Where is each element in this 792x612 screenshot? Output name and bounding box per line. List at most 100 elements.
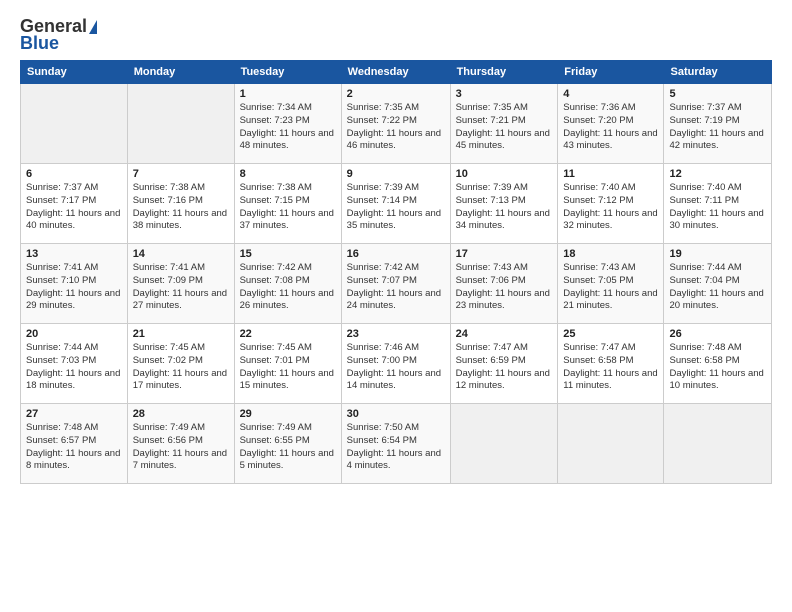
- cell-day-number: 9: [347, 168, 445, 180]
- calendar-cell: 12 Sunrise: 7:40 AM Sunset: 7:11 PM Dayli…: [664, 164, 772, 244]
- cell-day-number: 22: [240, 328, 336, 340]
- cell-day-number: 27: [26, 408, 122, 420]
- weekday-header: Wednesday: [341, 61, 450, 84]
- weekday-header: Tuesday: [234, 61, 341, 84]
- calendar-cell: 16 Sunrise: 7:42 AM Sunset: 7:07 PM Dayli…: [341, 244, 450, 324]
- cell-day-number: 16: [347, 248, 445, 260]
- cell-day-number: 7: [133, 168, 229, 180]
- cell-day-info: Sunrise: 7:42 AM Sunset: 7:08 PM Dayligh…: [240, 262, 336, 313]
- cell-day-number: 24: [456, 328, 553, 340]
- calendar-cell: 28 Sunrise: 7:49 AM Sunset: 6:56 PM Dayli…: [127, 404, 234, 484]
- cell-day-number: 18: [563, 248, 658, 260]
- cell-day-info: Sunrise: 7:47 AM Sunset: 6:59 PM Dayligh…: [456, 342, 553, 393]
- cell-day-info: Sunrise: 7:35 AM Sunset: 7:21 PM Dayligh…: [456, 102, 553, 153]
- calendar-cell: 18 Sunrise: 7:43 AM Sunset: 7:05 PM Dayli…: [558, 244, 664, 324]
- calendar-cell: 14 Sunrise: 7:41 AM Sunset: 7:09 PM Dayli…: [127, 244, 234, 324]
- calendar-header-row: SundayMondayTuesdayWednesdayThursdayFrid…: [21, 61, 772, 84]
- cell-day-info: Sunrise: 7:48 AM Sunset: 6:58 PM Dayligh…: [669, 342, 766, 393]
- cell-day-info: Sunrise: 7:38 AM Sunset: 7:16 PM Dayligh…: [133, 182, 229, 233]
- calendar-cell: 4Sunrise: 7:36 AM Sunset: 7:20 PM Daylig…: [558, 84, 664, 164]
- calendar-cell: 19 Sunrise: 7:44 AM Sunset: 7:04 PM Dayli…: [664, 244, 772, 324]
- calendar-cell: [127, 84, 234, 164]
- cell-day-number: 12: [669, 168, 766, 180]
- calendar-cell: 7 Sunrise: 7:38 AM Sunset: 7:16 PM Daylig…: [127, 164, 234, 244]
- cell-day-info: Sunrise: 7:41 AM Sunset: 7:09 PM Dayligh…: [133, 262, 229, 313]
- header: General Blue: [20, 16, 772, 54]
- calendar-cell: 5 Sunrise: 7:37 AM Sunset: 7:19 PM Daylig…: [664, 84, 772, 164]
- cell-day-info: Sunrise: 7:48 AM Sunset: 6:57 PM Dayligh…: [26, 422, 122, 473]
- calendar-cell: 8Sunrise: 7:38 AM Sunset: 7:15 PM Daylig…: [234, 164, 341, 244]
- cell-day-info: Sunrise: 7:44 AM Sunset: 7:04 PM Dayligh…: [669, 262, 766, 313]
- calendar-cell: 25Sunrise: 7:47 AM Sunset: 6:58 PM Dayli…: [558, 324, 664, 404]
- cell-day-number: 29: [240, 408, 336, 420]
- cell-day-number: 20: [26, 328, 122, 340]
- cell-day-info: Sunrise: 7:42 AM Sunset: 7:07 PM Dayligh…: [347, 262, 445, 313]
- cell-day-info: Sunrise: 7:47 AM Sunset: 6:58 PM Dayligh…: [563, 342, 658, 393]
- cell-day-number: 21: [133, 328, 229, 340]
- calendar-cell: 27 Sunrise: 7:48 AM Sunset: 6:57 PM Dayli…: [21, 404, 128, 484]
- cell-day-number: 14: [133, 248, 229, 260]
- cell-day-info: Sunrise: 7:37 AM Sunset: 7:19 PM Dayligh…: [669, 102, 766, 153]
- calendar-cell: 22Sunrise: 7:45 AM Sunset: 7:01 PM Dayli…: [234, 324, 341, 404]
- cell-day-info: Sunrise: 7:37 AM Sunset: 7:17 PM Dayligh…: [26, 182, 122, 233]
- cell-day-number: 2: [347, 88, 445, 100]
- cell-day-number: 5: [669, 88, 766, 100]
- calendar-cell: 26 Sunrise: 7:48 AM Sunset: 6:58 PM Dayli…: [664, 324, 772, 404]
- calendar-cell: 10 Sunrise: 7:39 AM Sunset: 7:13 PM Dayli…: [450, 164, 558, 244]
- weekday-header: Thursday: [450, 61, 558, 84]
- calendar-cell: 13 Sunrise: 7:41 AM Sunset: 7:10 PM Dayli…: [21, 244, 128, 324]
- weekday-header: Monday: [127, 61, 234, 84]
- calendar-week-row: 1 Sunrise: 7:34 AM Sunset: 7:23 PM Daylig…: [21, 84, 772, 164]
- cell-day-number: 19: [669, 248, 766, 260]
- calendar-week-row: 27 Sunrise: 7:48 AM Sunset: 6:57 PM Dayli…: [21, 404, 772, 484]
- cell-day-number: 6: [26, 168, 122, 180]
- calendar-cell: 17 Sunrise: 7:43 AM Sunset: 7:06 PM Dayli…: [450, 244, 558, 324]
- calendar-cell: 20 Sunrise: 7:44 AM Sunset: 7:03 PM Dayli…: [21, 324, 128, 404]
- calendar-cell: 21 Sunrise: 7:45 AM Sunset: 7:02 PM Dayli…: [127, 324, 234, 404]
- cell-day-number: 1: [240, 88, 336, 100]
- cell-day-info: Sunrise: 7:49 AM Sunset: 6:55 PM Dayligh…: [240, 422, 336, 473]
- logo-blue-text: Blue: [20, 33, 59, 54]
- calendar-cell: 11 Sunrise: 7:40 AM Sunset: 7:12 PM Dayli…: [558, 164, 664, 244]
- cell-day-number: 15: [240, 248, 336, 260]
- cell-day-info: Sunrise: 7:40 AM Sunset: 7:12 PM Dayligh…: [563, 182, 658, 233]
- cell-day-info: Sunrise: 7:43 AM Sunset: 7:06 PM Dayligh…: [456, 262, 553, 313]
- calendar-cell: 15 Sunrise: 7:42 AM Sunset: 7:08 PM Dayli…: [234, 244, 341, 324]
- cell-day-number: 13: [26, 248, 122, 260]
- calendar-week-row: 6 Sunrise: 7:37 AM Sunset: 7:17 PM Daylig…: [21, 164, 772, 244]
- cell-day-number: 17: [456, 248, 553, 260]
- cell-day-number: 26: [669, 328, 766, 340]
- cell-day-info: Sunrise: 7:39 AM Sunset: 7:13 PM Dayligh…: [456, 182, 553, 233]
- cell-day-info: Sunrise: 7:34 AM Sunset: 7:23 PM Dayligh…: [240, 102, 336, 153]
- logo: General Blue: [20, 16, 97, 54]
- cell-day-info: Sunrise: 7:40 AM Sunset: 7:11 PM Dayligh…: [669, 182, 766, 233]
- calendar-cell: 2 Sunrise: 7:35 AM Sunset: 7:22 PM Daylig…: [341, 84, 450, 164]
- calendar-cell: 6 Sunrise: 7:37 AM Sunset: 7:17 PM Daylig…: [21, 164, 128, 244]
- cell-day-number: 4: [563, 88, 658, 100]
- calendar-cell: 9Sunrise: 7:39 AM Sunset: 7:14 PM Daylig…: [341, 164, 450, 244]
- calendar-cell: 30Sunrise: 7:50 AM Sunset: 6:54 PM Dayli…: [341, 404, 450, 484]
- cell-day-info: Sunrise: 7:49 AM Sunset: 6:56 PM Dayligh…: [133, 422, 229, 473]
- cell-day-number: 28: [133, 408, 229, 420]
- calendar-cell: 23Sunrise: 7:46 AM Sunset: 7:00 PM Dayli…: [341, 324, 450, 404]
- cell-day-number: 11: [563, 168, 658, 180]
- weekday-header: Sunday: [21, 61, 128, 84]
- cell-day-number: 8: [240, 168, 336, 180]
- calendar-cell: [664, 404, 772, 484]
- cell-day-number: 3: [456, 88, 553, 100]
- calendar-table: SundayMondayTuesdayWednesdayThursdayFrid…: [20, 60, 772, 484]
- calendar-cell: 1 Sunrise: 7:34 AM Sunset: 7:23 PM Daylig…: [234, 84, 341, 164]
- calendar-week-row: 13 Sunrise: 7:41 AM Sunset: 7:10 PM Dayli…: [21, 244, 772, 324]
- cell-day-info: Sunrise: 7:45 AM Sunset: 7:02 PM Dayligh…: [133, 342, 229, 393]
- calendar-cell: [558, 404, 664, 484]
- calendar-cell: [450, 404, 558, 484]
- calendar-week-row: 20 Sunrise: 7:44 AM Sunset: 7:03 PM Dayli…: [21, 324, 772, 404]
- page-container: General Blue SundayMondayTuesdayWednesda…: [0, 0, 792, 494]
- cell-day-info: Sunrise: 7:44 AM Sunset: 7:03 PM Dayligh…: [26, 342, 122, 393]
- cell-day-number: 10: [456, 168, 553, 180]
- cell-day-info: Sunrise: 7:43 AM Sunset: 7:05 PM Dayligh…: [563, 262, 658, 313]
- calendar-cell: [21, 84, 128, 164]
- cell-day-info: Sunrise: 7:41 AM Sunset: 7:10 PM Dayligh…: [26, 262, 122, 313]
- cell-day-info: Sunrise: 7:35 AM Sunset: 7:22 PM Dayligh…: [347, 102, 445, 153]
- cell-day-number: 30: [347, 408, 445, 420]
